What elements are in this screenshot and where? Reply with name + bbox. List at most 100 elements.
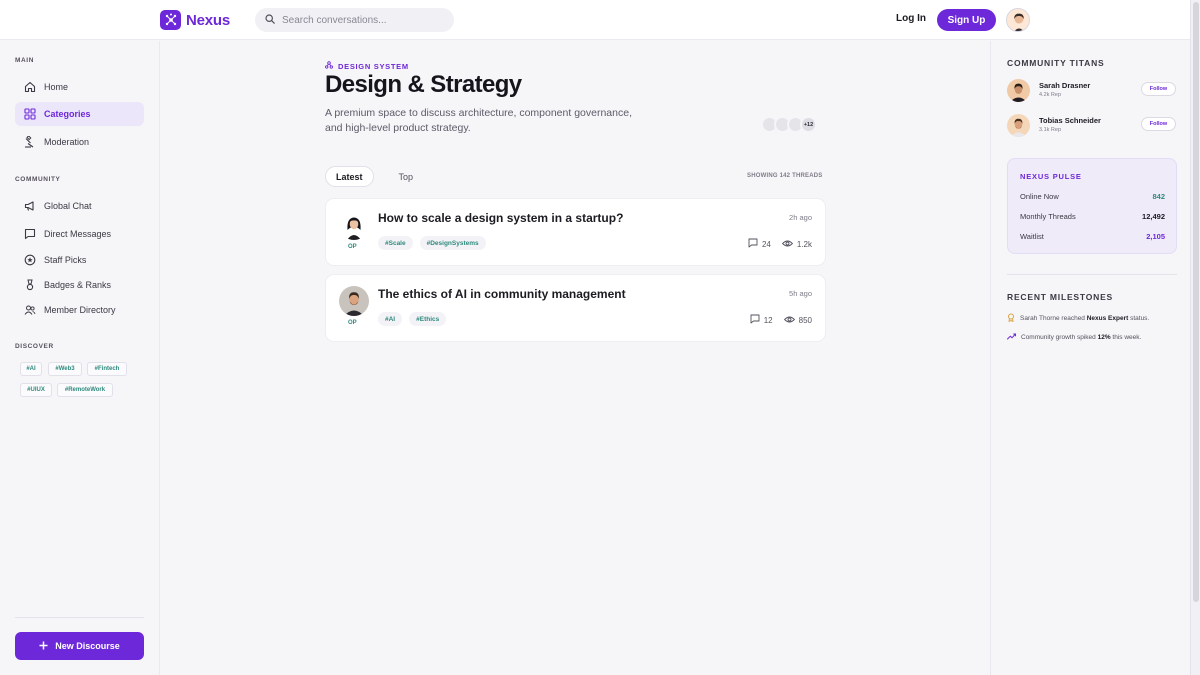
grid-icon: [23, 108, 36, 121]
new-discourse-button[interactable]: New Discourse: [15, 632, 144, 660]
thread-tags: #AI #Ethics: [378, 312, 447, 326]
sidebar: MAIN Home Categories Moderation COMMUNIT…: [0, 41, 160, 675]
follow-button[interactable]: Follow: [1141, 117, 1176, 131]
sidebar-item-label: Staff Picks: [44, 255, 87, 265]
sidebar-item-label: Global Chat: [44, 201, 92, 211]
titan-item: Tobias Schneider 3.1k Rep Follow: [1007, 114, 1177, 138]
scrollbar-thumb[interactable]: [1193, 2, 1199, 602]
sidebar-item-badges-ranks[interactable]: Badges & Ranks: [15, 273, 144, 297]
titan-rep: 4.2k Rep: [1039, 92, 1062, 98]
thread-stats: 12 850: [750, 314, 812, 326]
sidebar-item-home[interactable]: Home: [15, 75, 144, 99]
milestone-text: Sarah Thorne reached Nexus Expert status…: [1020, 315, 1150, 322]
comment-count-value: 24: [761, 239, 771, 249]
milestone-text: Community growth spiked 12% this week.: [1021, 334, 1142, 341]
comment-icon: [750, 314, 760, 326]
trending-up-icon: [1007, 333, 1016, 342]
eye-icon: [781, 239, 793, 250]
pulse-value: 842: [1152, 192, 1165, 201]
view-count: 1.2k: [781, 238, 812, 250]
nexus-logo-icon: [160, 10, 181, 30]
follow-button[interactable]: Follow: [1141, 82, 1176, 96]
comment-count: 12: [750, 314, 773, 326]
scrollbar[interactable]: [1190, 0, 1200, 675]
comment-icon: [748, 238, 758, 250]
sidebar-item-label: Moderation: [44, 137, 90, 147]
thread-tag[interactable]: #AI: [378, 312, 403, 326]
pulse-title: NEXUS PULSE: [1020, 172, 1082, 181]
logo[interactable]: Nexus: [160, 10, 230, 30]
thread-tag[interactable]: #Ethics: [409, 312, 447, 326]
author-avatar: [339, 286, 369, 316]
thread-tag[interactable]: #DesignSystems: [419, 236, 486, 250]
titan-avatar[interactable]: [1007, 114, 1030, 137]
thread-tag[interactable]: #Scale: [378, 236, 413, 250]
app-name: Nexus: [186, 11, 231, 29]
pulse-label: Online Now: [1020, 192, 1059, 201]
titan-avatar[interactable]: [1007, 79, 1030, 102]
signup-button[interactable]: Sign Up: [937, 9, 996, 31]
top-bar: Nexus Search conversations... Log In Sig…: [0, 0, 1190, 40]
tab-latest[interactable]: Latest: [325, 166, 374, 187]
discover-tag-fintech[interactable]: #Fintech: [87, 362, 127, 376]
pulse-label: Waitlist: [1020, 232, 1044, 241]
comment-count: 24: [748, 238, 771, 250]
milestone-item: Sarah Thorne reached Nexus Expert status…: [1007, 313, 1149, 324]
search-icon: [265, 11, 275, 29]
users-icon: [23, 304, 36, 317]
search-placeholder: Search conversations...: [282, 14, 387, 26]
author-avatar: [339, 210, 369, 240]
search-input[interactable]: Search conversations...: [255, 8, 454, 32]
sidebar-section-community: COMMUNITY: [15, 176, 61, 183]
thread-tabs: Latest Top: [325, 166, 423, 187]
pulse-label: Monthly Threads: [1020, 212, 1076, 221]
titan-rep: 3.1k Rep: [1039, 127, 1062, 133]
comment-count-value: 12: [763, 315, 773, 325]
sidebar-item-label: Categories: [44, 109, 91, 119]
thread-card[interactable]: OP How to scale a design system in a sta…: [326, 199, 825, 265]
sidebar-item-direct-messages[interactable]: Direct Messages: [15, 222, 144, 246]
nexus-pulse-card: NEXUS PULSE Online Now 842 Monthly Threa…: [1007, 158, 1177, 254]
main-content: DESIGN SYSTEM Design & Strategy A premiu…: [161, 41, 990, 675]
sidebar-section-discover: DISCOVER: [15, 343, 54, 350]
pulse-value: 12,492: [1142, 212, 1165, 221]
thread-time: 2h ago: [789, 213, 812, 222]
sidebar-divider: [15, 617, 144, 618]
pulse-row-monthly: Monthly Threads 12,492: [1020, 212, 1165, 221]
thread-time: 5h ago: [789, 289, 812, 298]
titans-heading: COMMUNITY TITANS: [1007, 58, 1105, 68]
discover-tag-remotework[interactable]: #RemoteWork: [57, 383, 113, 397]
sidebar-item-categories[interactable]: Categories: [15, 102, 144, 126]
milestones-heading: RECENT MILESTONES: [1007, 292, 1114, 302]
eye-icon: [783, 315, 795, 326]
tab-top[interactable]: Top: [389, 166, 424, 187]
sidebar-item-staff-picks[interactable]: Staff Picks: [15, 248, 144, 272]
milestone-item: Community growth spiked 12% this week.: [1007, 333, 1141, 342]
discover-tag-ai[interactable]: #AI: [20, 362, 42, 376]
award-icon: [1007, 313, 1015, 324]
member-facepile[interactable]: +12: [761, 116, 817, 133]
thread-title[interactable]: How to scale a design system in a startu…: [378, 211, 623, 225]
discover-tag-web3[interactable]: #Web3: [48, 362, 82, 376]
sidebar-item-global-chat[interactable]: Global Chat: [15, 194, 144, 218]
sidebar-item-moderation[interactable]: Moderation: [15, 130, 144, 154]
discover-tag-uiux[interactable]: #UIUX: [20, 383, 52, 397]
star-icon: [23, 254, 36, 267]
megaphone-icon: [23, 200, 36, 213]
avatar[interactable]: [1006, 8, 1030, 32]
thread-title[interactable]: The ethics of AI in community management: [378, 287, 626, 301]
view-count-value: 850: [798, 315, 812, 325]
titan-name[interactable]: Tobias Schneider: [1039, 116, 1101, 125]
sidebar-item-label: Home: [44, 82, 69, 92]
sidebar-section-main: MAIN: [15, 57, 35, 64]
pulse-row-waitlist: Waitlist 2,105: [1020, 232, 1165, 241]
network-icon: [325, 61, 333, 71]
plus-icon: [39, 641, 48, 652]
thread-card[interactable]: OP The ethics of AI in community managem…: [326, 275, 825, 341]
view-count: 850: [783, 314, 812, 326]
titan-name[interactable]: Sarah Drasner: [1039, 81, 1090, 90]
sidebar-item-member-directory[interactable]: Member Directory: [15, 298, 144, 322]
message-icon: [23, 228, 36, 241]
pulse-row-online: Online Now 842: [1020, 192, 1165, 201]
login-button[interactable]: Log In: [896, 13, 926, 24]
